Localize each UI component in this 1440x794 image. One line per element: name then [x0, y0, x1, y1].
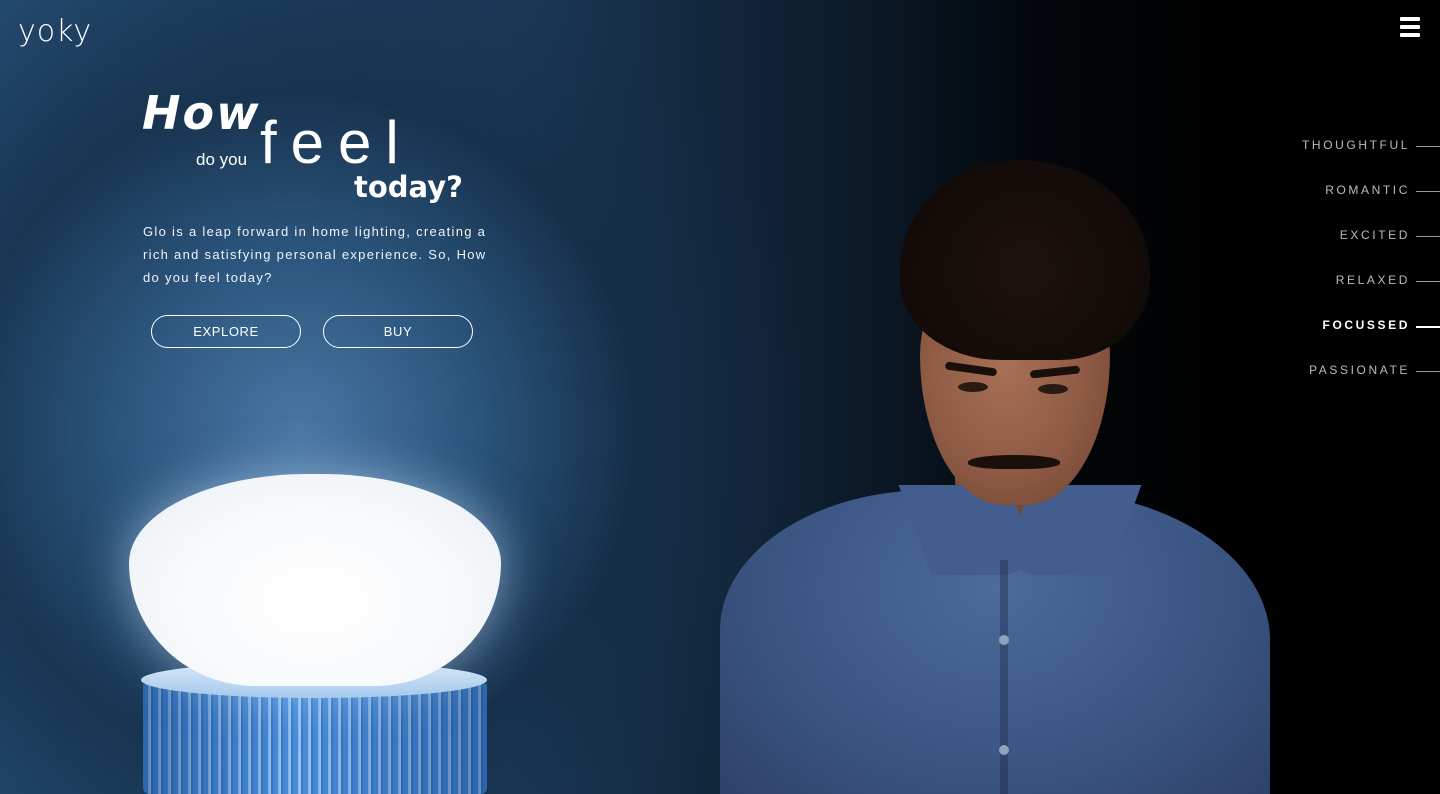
hamburger-menu-icon[interactable] — [1400, 17, 1420, 37]
focused-man-photo — [720, 160, 1280, 794]
headline-do-you: do you — [196, 150, 248, 169]
yoky-logo[interactable]: yoky — [18, 14, 92, 49]
hero-stage: yoky How feel do you today? Glo is a lea… — [0, 0, 1440, 794]
shirt-button — [999, 745, 1009, 755]
shirt-placket — [1000, 560, 1008, 794]
hair — [900, 160, 1150, 360]
menu-bar — [1400, 25, 1420, 29]
headline-how: How — [142, 86, 261, 140]
buy-button[interactable]: BUY — [323, 315, 473, 348]
eye-right — [1038, 384, 1068, 394]
shirt-button — [999, 635, 1009, 645]
bulb-base-shade — [143, 684, 487, 794]
bulb-glass — [129, 474, 501, 686]
headline-feel: feel — [260, 109, 413, 176]
mustache — [968, 455, 1060, 469]
glo-bulb-image — [127, 474, 503, 794]
hero-headline: How feel do you today? — [142, 86, 482, 210]
headline-today: today? — [354, 170, 463, 204]
explore-button[interactable]: EXPLORE — [151, 315, 301, 348]
hero-description: Glo is a leap forward in home lighting, … — [143, 224, 487, 285]
menu-bar — [1400, 17, 1420, 21]
menu-bar — [1400, 33, 1420, 37]
eye-left — [958, 382, 988, 392]
